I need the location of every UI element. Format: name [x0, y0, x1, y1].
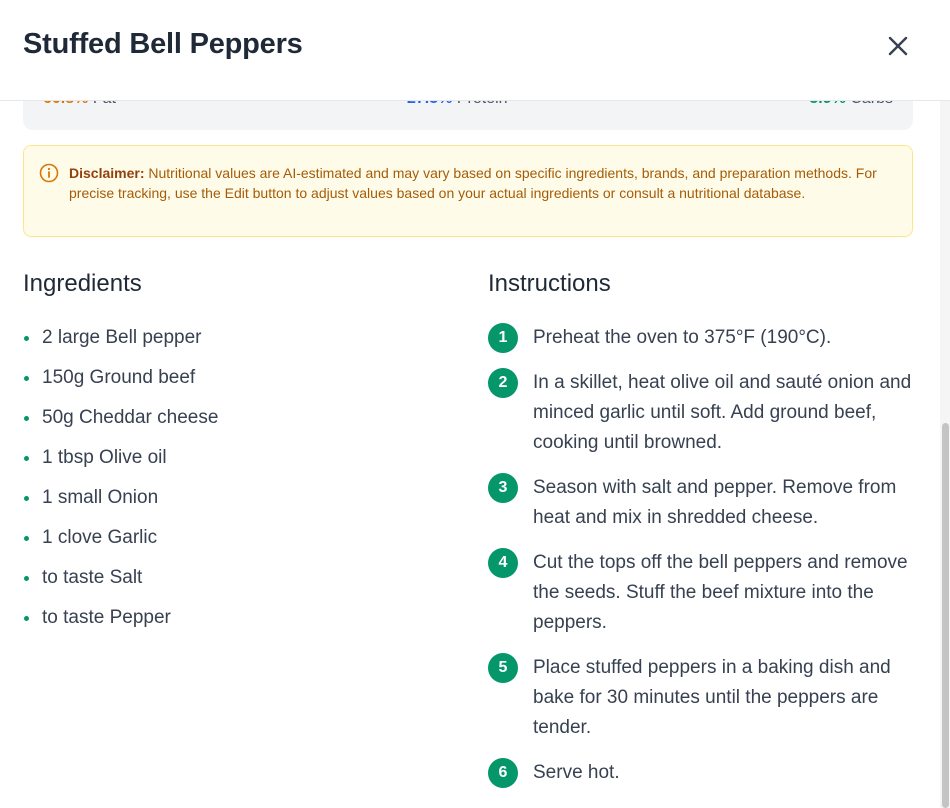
step-number-badge: 2 — [488, 368, 518, 398]
ingredient-item: 1 tbsp Olive oil — [23, 443, 218, 483]
ingredient-item: 150g Ground beef — [23, 363, 218, 403]
ingredient-text: 50g Cheddar cheese — [42, 407, 219, 428]
ingredient-item: 50g Cheddar cheese — [23, 403, 218, 443]
bullet-dot-icon — [24, 376, 29, 381]
ingredient-text: 2 large Bell pepper — [42, 327, 202, 348]
ingredient-item: 2 large Bell pepper — [23, 323, 218, 363]
ingredient-text: 150g Ground beef — [42, 367, 196, 388]
ingredient-item: to taste Pepper — [23, 603, 218, 643]
close-icon — [888, 36, 908, 56]
ingredient-text: to taste Salt — [42, 567, 143, 588]
ingredient-text: 1 clove Garlic — [42, 527, 158, 548]
ingredient-item: 1 small Onion — [23, 483, 218, 523]
instructions-heading: Instructions — [488, 270, 611, 297]
step-number-badge: 6 — [488, 758, 518, 788]
step-text: Serve hot. — [533, 762, 620, 783]
ingredients-heading: Ingredients — [23, 270, 142, 297]
step-number-badge: 4 — [488, 548, 518, 578]
ingredient-text: 1 small Onion — [42, 487, 159, 508]
ingredient-text: 1 tbsp Olive oil — [42, 447, 167, 468]
modal-header: Stuffed Bell Peppers — [0, 0, 950, 101]
scrollbar-thumb[interactable] — [942, 423, 949, 808]
step-text: Cut the tops off the bell peppers and re… — [533, 552, 908, 633]
step-number-badge: 5 — [488, 653, 518, 683]
bullet-dot-icon — [24, 616, 29, 621]
info-circle-icon — [39, 163, 59, 188]
disclaimer-body: Nutritional values are AI-estimated and … — [69, 165, 877, 201]
ingredient-text: to taste Pepper — [42, 607, 171, 628]
bullet-dot-icon — [24, 336, 29, 341]
step-text: In a skillet, heat olive oil and sauté o… — [533, 372, 912, 453]
bullet-dot-icon — [24, 416, 29, 421]
recipe-title: Stuffed Bell Peppers — [23, 28, 303, 60]
instruction-step: 6 Serve hot. — [488, 758, 918, 788]
instruction-step: 3 Season with salt and pepper. Remove fro… — [488, 473, 918, 533]
disclaimer-label: Disclaimer: — [69, 165, 145, 181]
disclaimer-text: Disclaimer: Nutritional values are AI-es… — [69, 163, 889, 203]
step-text: Preheat the oven to 375°F (190°C). — [533, 327, 832, 348]
step-text: Place stuffed peppers in a baking dish a… — [533, 657, 891, 738]
instruction-step: 1 Preheat the oven to 375°F (190°C). — [488, 323, 918, 353]
step-number-badge: 3 — [488, 473, 518, 503]
bullet-dot-icon — [24, 496, 29, 501]
disclaimer-box: Disclaimer: Nutritional values are AI-es… — [23, 145, 913, 237]
instruction-step: 2 In a skillet, heat olive oil and sauté … — [488, 368, 918, 458]
close-button[interactable] — [880, 28, 916, 64]
scrollbar-track[interactable] — [940, 101, 950, 808]
bullet-dot-icon — [24, 456, 29, 461]
modal-body: 60.8% Fat 27.5% Protein 5.9% Carbs Discl… — [0, 0, 940, 808]
instruction-step: 5 Place stuffed peppers in a baking dish … — [488, 653, 918, 743]
instruction-step: 4 Cut the tops off the bell peppers and r… — [488, 548, 918, 638]
ingredient-item: to taste Salt — [23, 563, 218, 603]
bullet-dot-icon — [24, 536, 29, 541]
ingredients-list: 2 large Bell pepper 150g Ground beef 50g C… — [23, 323, 218, 643]
instructions-list: 1 Preheat the oven to 375°F (190°C). 2 In a… — [488, 323, 918, 803]
step-text: Season with salt and pepper. Remove from… — [533, 477, 897, 528]
ingredient-item: 1 clove Garlic — [23, 523, 218, 563]
bullet-dot-icon — [24, 576, 29, 581]
step-number-badge: 1 — [488, 323, 518, 353]
